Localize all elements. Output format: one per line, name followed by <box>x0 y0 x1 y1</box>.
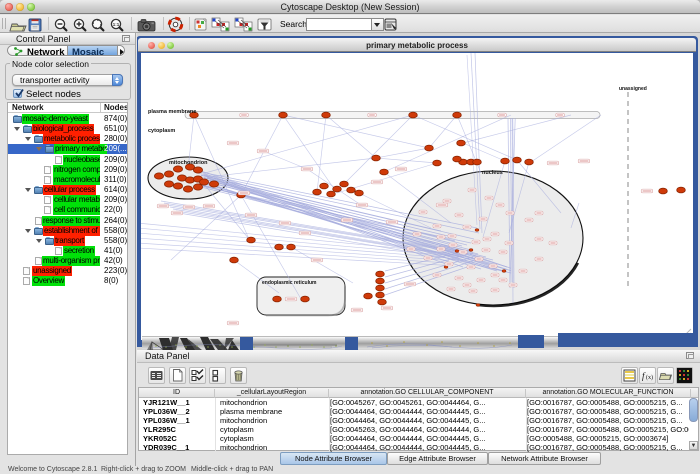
svg-text:1:1: 1:1 <box>113 22 120 27</box>
svg-text:(x): (x) <box>646 374 653 381</box>
svg-text:nucleus: nucleus <box>482 170 503 176</box>
svg-text:endoplasmic reticulum: endoplasmic reticulum <box>262 280 317 286</box>
svg-text:cytoplasm: cytoplasm <box>148 128 175 134</box>
svg-text:unassigned: unassigned <box>619 86 647 92</box>
svg-text:mitochondrion: mitochondrion <box>169 160 208 166</box>
svg-text:plasma membrane: plasma membrane <box>148 109 196 115</box>
